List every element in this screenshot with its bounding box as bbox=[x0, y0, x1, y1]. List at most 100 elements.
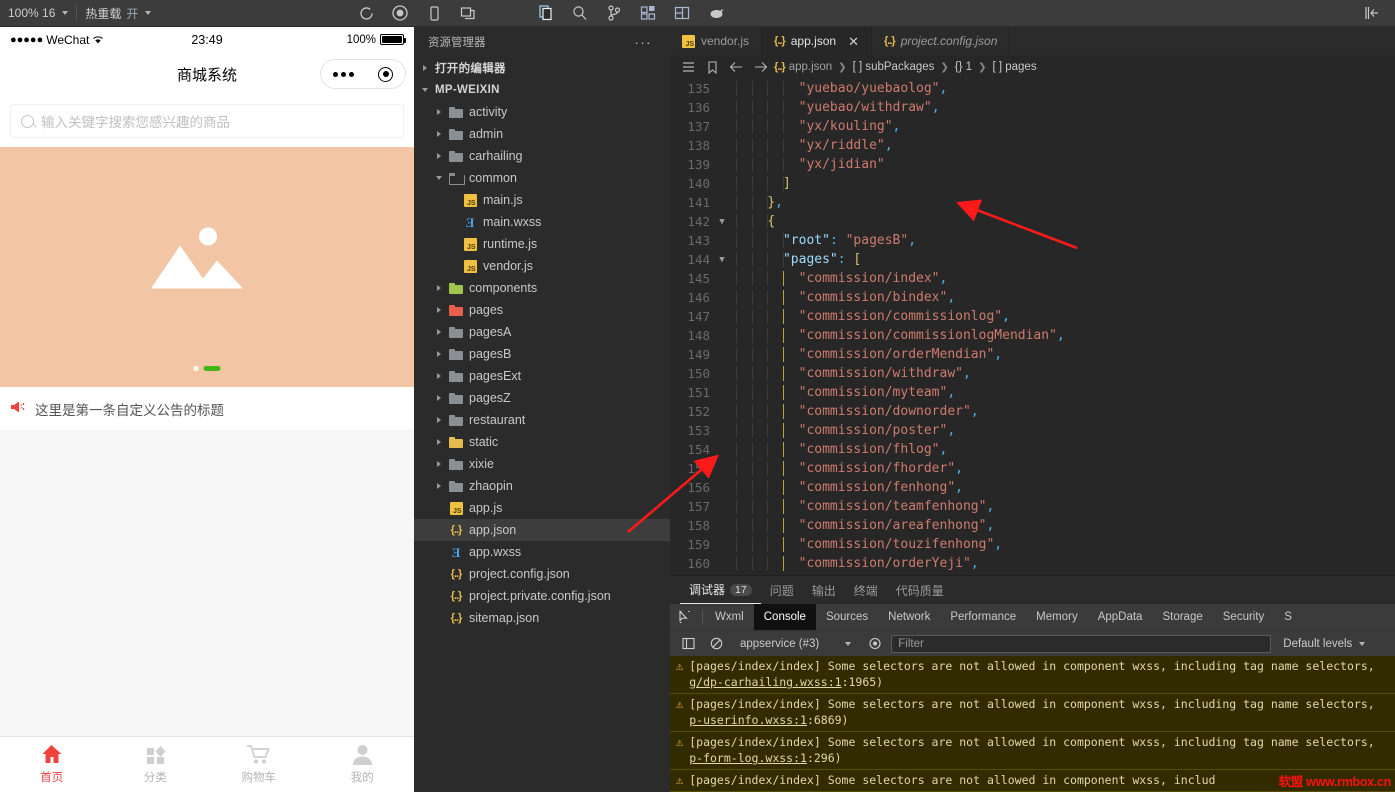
explorer-item-app-wxss[interactable]: Ǝapp.wxss bbox=[414, 541, 670, 563]
chevron-right-icon[interactable] bbox=[432, 329, 446, 335]
explorer-item-xixie[interactable]: xixie bbox=[414, 453, 670, 475]
banner-carousel[interactable] bbox=[0, 147, 414, 387]
forward-arrow-icon[interactable] bbox=[748, 61, 772, 73]
explorer-section-0[interactable]: 打开的编辑器 bbox=[414, 57, 670, 79]
chevron-right-icon[interactable] bbox=[432, 109, 446, 115]
devtools-tab-sources[interactable]: Sources bbox=[816, 604, 878, 630]
console-filter-input[interactable]: Filter bbox=[891, 634, 1272, 653]
explorer-item-carhailing[interactable]: carhailing bbox=[414, 145, 670, 167]
notice-bar[interactable]: 这里是第一条自定义公告的标题 bbox=[0, 387, 414, 431]
explorer-more-icon[interactable]: ··· bbox=[635, 35, 653, 50]
chevron-right-icon[interactable] bbox=[432, 395, 446, 401]
code-line[interactable]: 145 "commission/index", bbox=[670, 269, 1395, 288]
chevron-right-icon[interactable] bbox=[432, 483, 446, 489]
chevron-right-icon[interactable] bbox=[432, 439, 446, 445]
code-line[interactable]: 147 "commission/commissionlog", bbox=[670, 307, 1395, 326]
search-icon[interactable] bbox=[563, 0, 597, 27]
console-context-select[interactable]: appservice (#3) bbox=[732, 638, 859, 650]
eye-icon[interactable] bbox=[863, 631, 887, 657]
chevron-right-icon[interactable] bbox=[432, 153, 446, 159]
explorer-item-admin[interactable]: admin bbox=[414, 123, 670, 145]
code-line[interactable]: 161 "commission/myteamline", bbox=[670, 573, 1395, 575]
debugger-tab[interactable]: 调试器 17 bbox=[680, 576, 761, 604]
fold-chevron-icon[interactable]: ▼ bbox=[714, 217, 730, 227]
editor-tab-app-json[interactable]: {..} app.json ✕ bbox=[762, 27, 872, 55]
explorer-item-common[interactable]: common bbox=[414, 167, 670, 189]
fold-chevron-icon[interactable]: ▼ bbox=[714, 255, 730, 265]
panel-toggle-icon[interactable] bbox=[1355, 0, 1389, 27]
code-line[interactable]: 136 "yuebao/withdraw", bbox=[670, 98, 1395, 117]
tabbar-item-cart[interactable]: 购物车 bbox=[207, 737, 311, 792]
explorer-item-project-config-json[interactable]: {..} project.config.json bbox=[414, 563, 670, 585]
devtools-tab-wxml[interactable]: Wxml bbox=[705, 604, 754, 630]
copy-file-icon[interactable] bbox=[529, 0, 563, 27]
refresh-icon[interactable] bbox=[349, 0, 383, 27]
breadcrumb-item-pages[interactable]: [ ] pages bbox=[990, 61, 1038, 73]
debugger-tab[interactable]: 终端 bbox=[845, 576, 887, 604]
code-line[interactable]: 160 "commission/orderYeji", bbox=[670, 554, 1395, 573]
carousel-dot-active[interactable] bbox=[203, 366, 221, 371]
debugger-tab[interactable]: 问题 bbox=[761, 576, 803, 604]
back-arrow-icon[interactable] bbox=[724, 61, 748, 73]
console-message[interactable]: ⚠ [pages/index/index] Some selectors are … bbox=[670, 656, 1395, 694]
code-editor[interactable]: 135 "yuebao/yuebaolog", 136 "yuebao/withd… bbox=[670, 79, 1395, 575]
explorer-item-main-js[interactable]: JS main.js bbox=[414, 189, 670, 211]
code-line[interactable]: 143 "root": "pagesB", bbox=[670, 231, 1395, 250]
devtools-tab-storage[interactable]: Storage bbox=[1152, 604, 1212, 630]
code-line[interactable]: 135 "yuebao/yuebaolog", bbox=[670, 79, 1395, 98]
explorer-item-sitemap-json[interactable]: {..} sitemap.json bbox=[414, 607, 670, 629]
editor-tab-project-config-json[interactable]: {..} project.config.json bbox=[872, 27, 1011, 55]
devtools-tab-performance[interactable]: Performance bbox=[940, 604, 1026, 630]
explorer-item-app-js[interactable]: JS app.js bbox=[414, 497, 670, 519]
debug-icon[interactable] bbox=[699, 0, 733, 27]
breadcrumb-item-file[interactable]: {..} app.json bbox=[772, 61, 834, 73]
breadcrumb-item-subpackages[interactable]: [ ] subPackages bbox=[851, 61, 937, 73]
hot-reload-dropdown[interactable]: 热重载 开 bbox=[77, 0, 159, 26]
console-message[interactable]: ⚠ [pages/index/index] Some selectors are … bbox=[670, 732, 1395, 770]
devtools-tab-memory[interactable]: Memory bbox=[1026, 604, 1088, 630]
console-message-source[interactable]: p-userinfo.wxss:1:6869) bbox=[689, 712, 1374, 728]
debugger-tab[interactable]: 代码质量 bbox=[887, 576, 953, 604]
code-line[interactable]: 137 "yx/kouling", bbox=[670, 117, 1395, 136]
explorer-item-components[interactable]: components bbox=[414, 277, 670, 299]
record-icon[interactable] bbox=[383, 0, 417, 27]
code-line[interactable]: 150 "commission/withdraw", bbox=[670, 364, 1395, 383]
breadcrumb-item-index[interactable]: {} 1 bbox=[953, 61, 974, 73]
code-line[interactable]: 140 ] bbox=[670, 174, 1395, 193]
tabbar-item-home[interactable]: 首页 bbox=[0, 737, 104, 792]
extensions-icon[interactable] bbox=[631, 0, 665, 27]
explorer-item-pages[interactable]: pages bbox=[414, 299, 670, 321]
close-target-icon[interactable] bbox=[378, 66, 393, 82]
devtools-tab-network[interactable]: Network bbox=[878, 604, 940, 630]
source-control-icon[interactable] bbox=[597, 0, 631, 27]
carousel-indicator[interactable] bbox=[193, 366, 221, 371]
explorer-item-pagesExt[interactable]: pagesExt bbox=[414, 365, 670, 387]
console-output[interactable]: ⚠ [pages/index/index] Some selectors are … bbox=[670, 656, 1395, 792]
code-line[interactable]: 154 "commission/fhlog", bbox=[670, 440, 1395, 459]
code-line[interactable]: 142 ▼ { bbox=[670, 212, 1395, 231]
inspect-element-icon[interactable] bbox=[670, 604, 700, 630]
code-line[interactable]: 146 "commission/bindex", bbox=[670, 288, 1395, 307]
code-line[interactable]: 152 "commission/downorder", bbox=[670, 402, 1395, 421]
tabbar-item-category[interactable]: 分类 bbox=[104, 737, 208, 792]
chevron-right-icon[interactable] bbox=[432, 373, 446, 379]
explorer-item-static[interactable]: static bbox=[414, 431, 670, 453]
log-levels-select[interactable]: Default levels bbox=[1275, 638, 1373, 650]
tabbar-item-profile[interactable]: 我的 bbox=[311, 737, 415, 792]
devtools-tab-console[interactable]: Console bbox=[753, 604, 816, 630]
chevron-down-icon[interactable] bbox=[432, 176, 446, 180]
explorer-item-project-private-config-json[interactable]: {..} project.private.config.json bbox=[414, 585, 670, 607]
code-line[interactable]: 141 }, bbox=[670, 193, 1395, 212]
code-line[interactable]: 153 "commission/poster", bbox=[670, 421, 1395, 440]
explorer-item-restaurant[interactable]: restaurant bbox=[414, 409, 670, 431]
chevron-right-icon[interactable] bbox=[432, 461, 446, 467]
devtools-tab-s[interactable]: S bbox=[1274, 604, 1302, 630]
code-line[interactable]: 139 "yx/jidian" bbox=[670, 155, 1395, 174]
console-message-source[interactable]: p-form-log.wxss:1:296) bbox=[689, 750, 1374, 766]
mobile-preview-icon[interactable] bbox=[417, 0, 451, 27]
devtools-tab-security[interactable]: Security bbox=[1213, 604, 1275, 630]
chevron-right-icon[interactable] bbox=[418, 65, 432, 71]
console-message-source[interactable]: g/dp-carhailing.wxss:1:1965) bbox=[689, 674, 1374, 690]
more-dots-icon[interactable] bbox=[333, 71, 354, 77]
capsule-button[interactable] bbox=[320, 59, 406, 89]
